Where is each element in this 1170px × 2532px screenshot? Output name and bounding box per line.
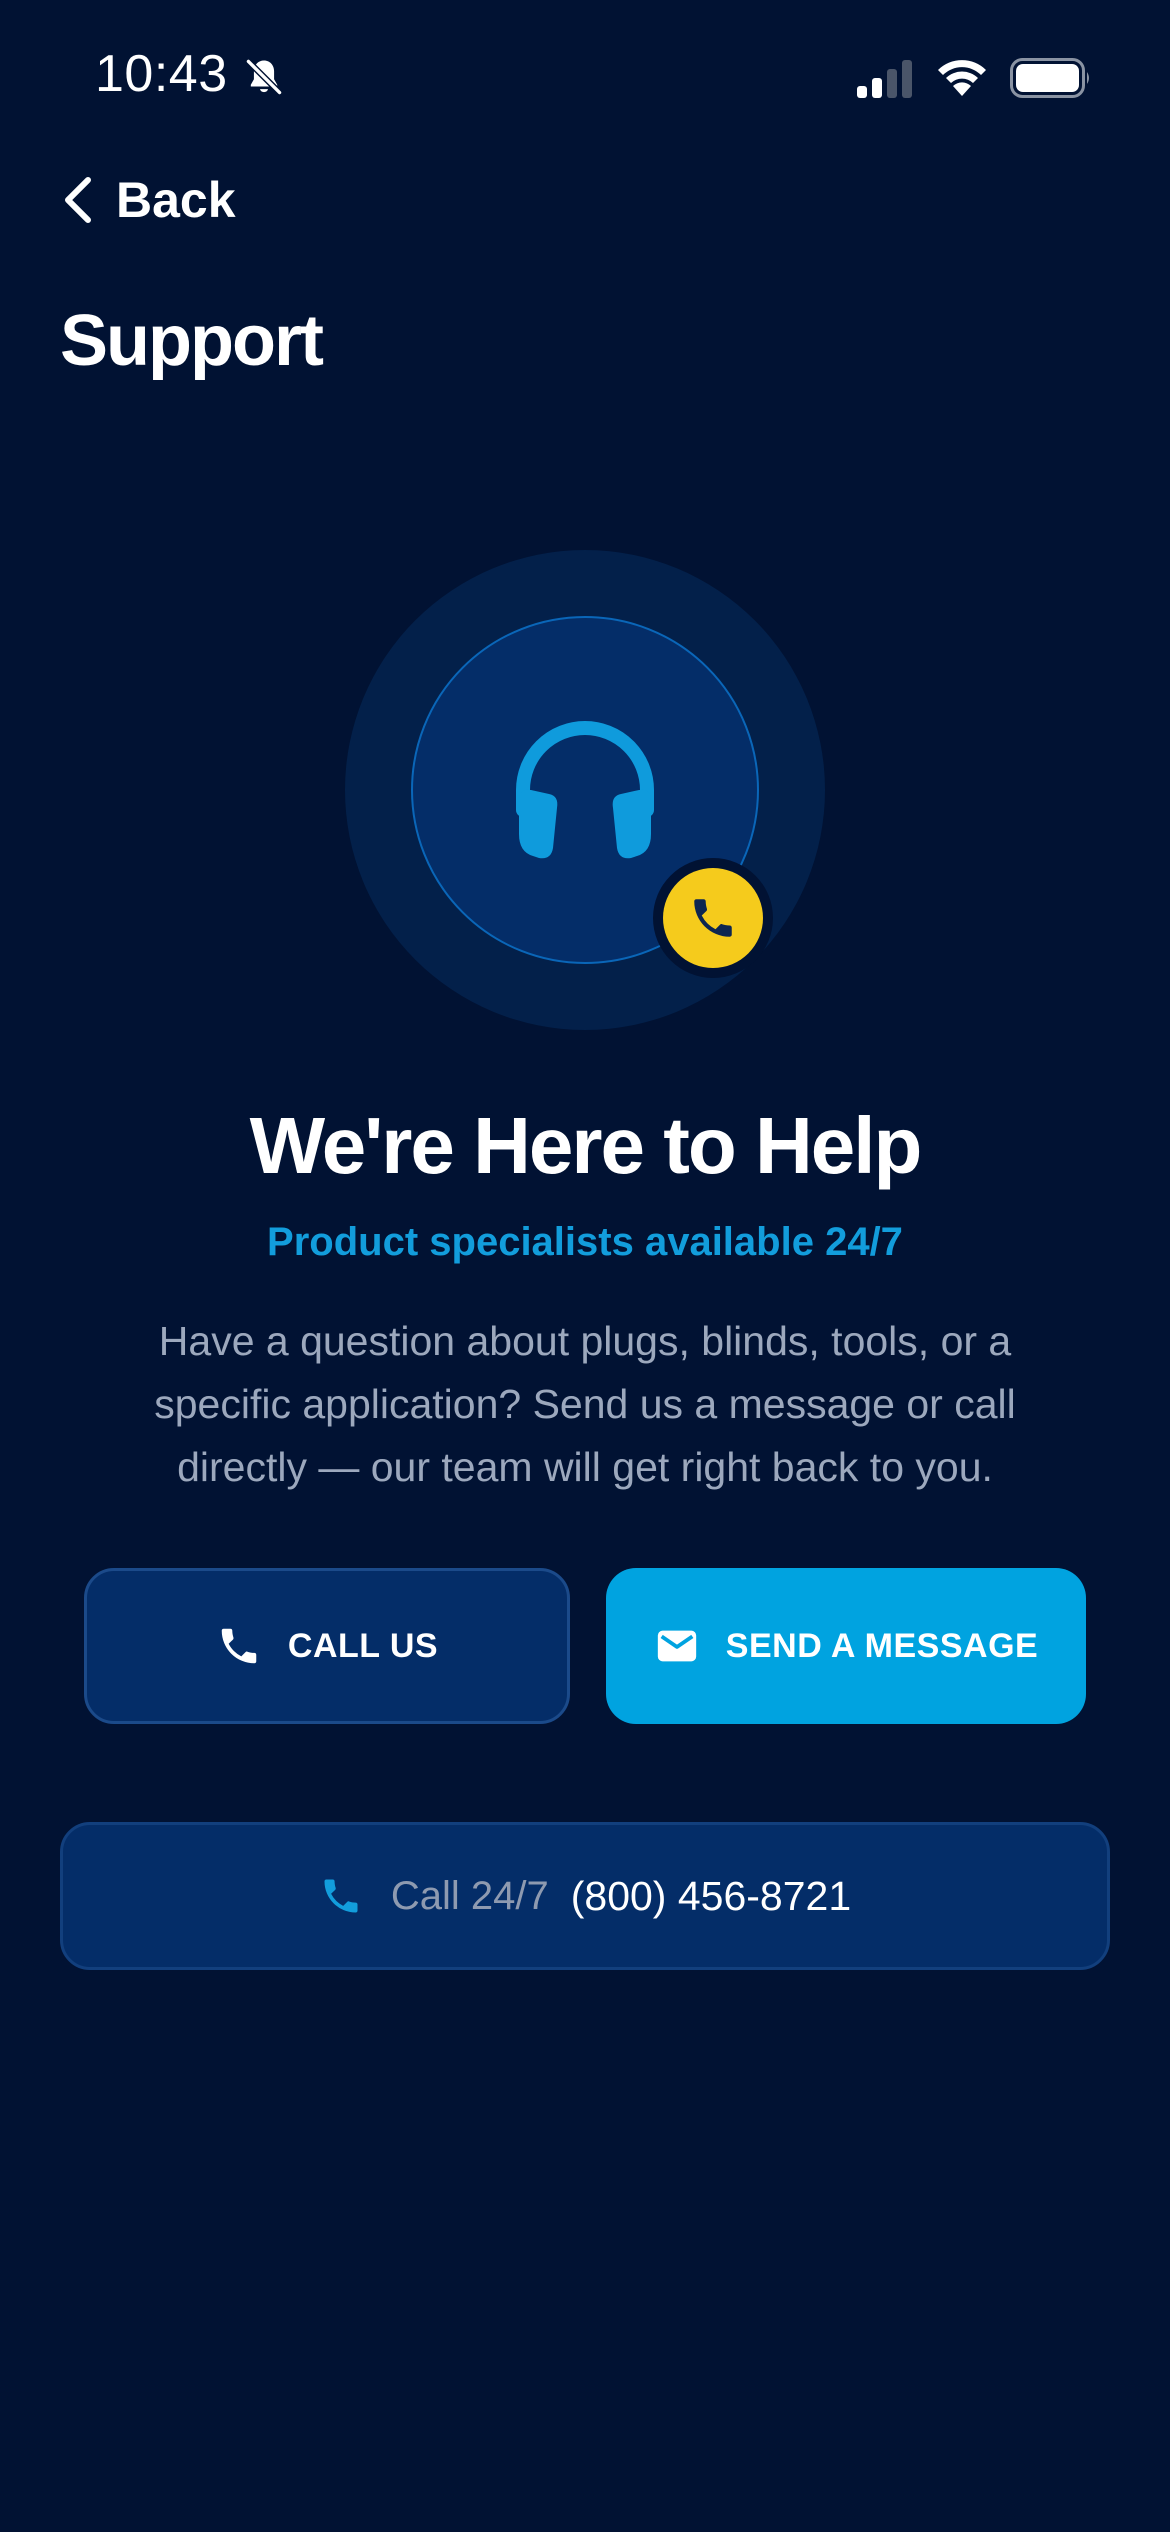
phone-badge bbox=[653, 858, 773, 978]
call-us-button[interactable]: CALL US bbox=[84, 1568, 570, 1724]
call-24-7-bar[interactable]: Call 24/7 (800) 456-8721 bbox=[60, 1822, 1110, 1970]
headphones-icon bbox=[516, 721, 654, 859]
subheadline: Product specialists available 24/7 bbox=[267, 1220, 903, 1264]
page-title: Support bbox=[60, 301, 324, 381]
phone-icon bbox=[324, 1879, 358, 1913]
description: Have a question about plugs, blinds, too… bbox=[154, 1318, 1016, 1490]
back-label: Back bbox=[116, 172, 236, 228]
phone-icon bbox=[694, 899, 732, 937]
headline: We're Here to Help bbox=[249, 1101, 923, 1190]
bell-slash-icon bbox=[245, 58, 283, 96]
back-button[interactable]: Back bbox=[60, 162, 236, 238]
phone-number: (800) 456-8721 bbox=[570, 1872, 852, 1919]
phone-badge-circle bbox=[663, 868, 763, 968]
send-message-label: SEND A MESSAGE bbox=[725, 1626, 1039, 1665]
signal-icon bbox=[857, 60, 912, 98]
status-time: 10:43 bbox=[95, 45, 228, 103]
send-message-button[interactable]: SEND A MESSAGE bbox=[606, 1568, 1086, 1724]
envelope-icon bbox=[657, 1630, 696, 1662]
call-us-label: CALL US bbox=[287, 1626, 439, 1665]
battery-icon bbox=[1010, 58, 1089, 98]
status-bar: 10:43 bbox=[0, 0, 1170, 150]
support-hero-illustration bbox=[345, 550, 825, 1030]
wifi-icon bbox=[938, 60, 986, 96]
chevron-left-icon bbox=[65, 177, 91, 223]
call-bar-prefix: Call 24/7 bbox=[390, 1873, 549, 1918]
phone-icon bbox=[221, 1628, 257, 1664]
